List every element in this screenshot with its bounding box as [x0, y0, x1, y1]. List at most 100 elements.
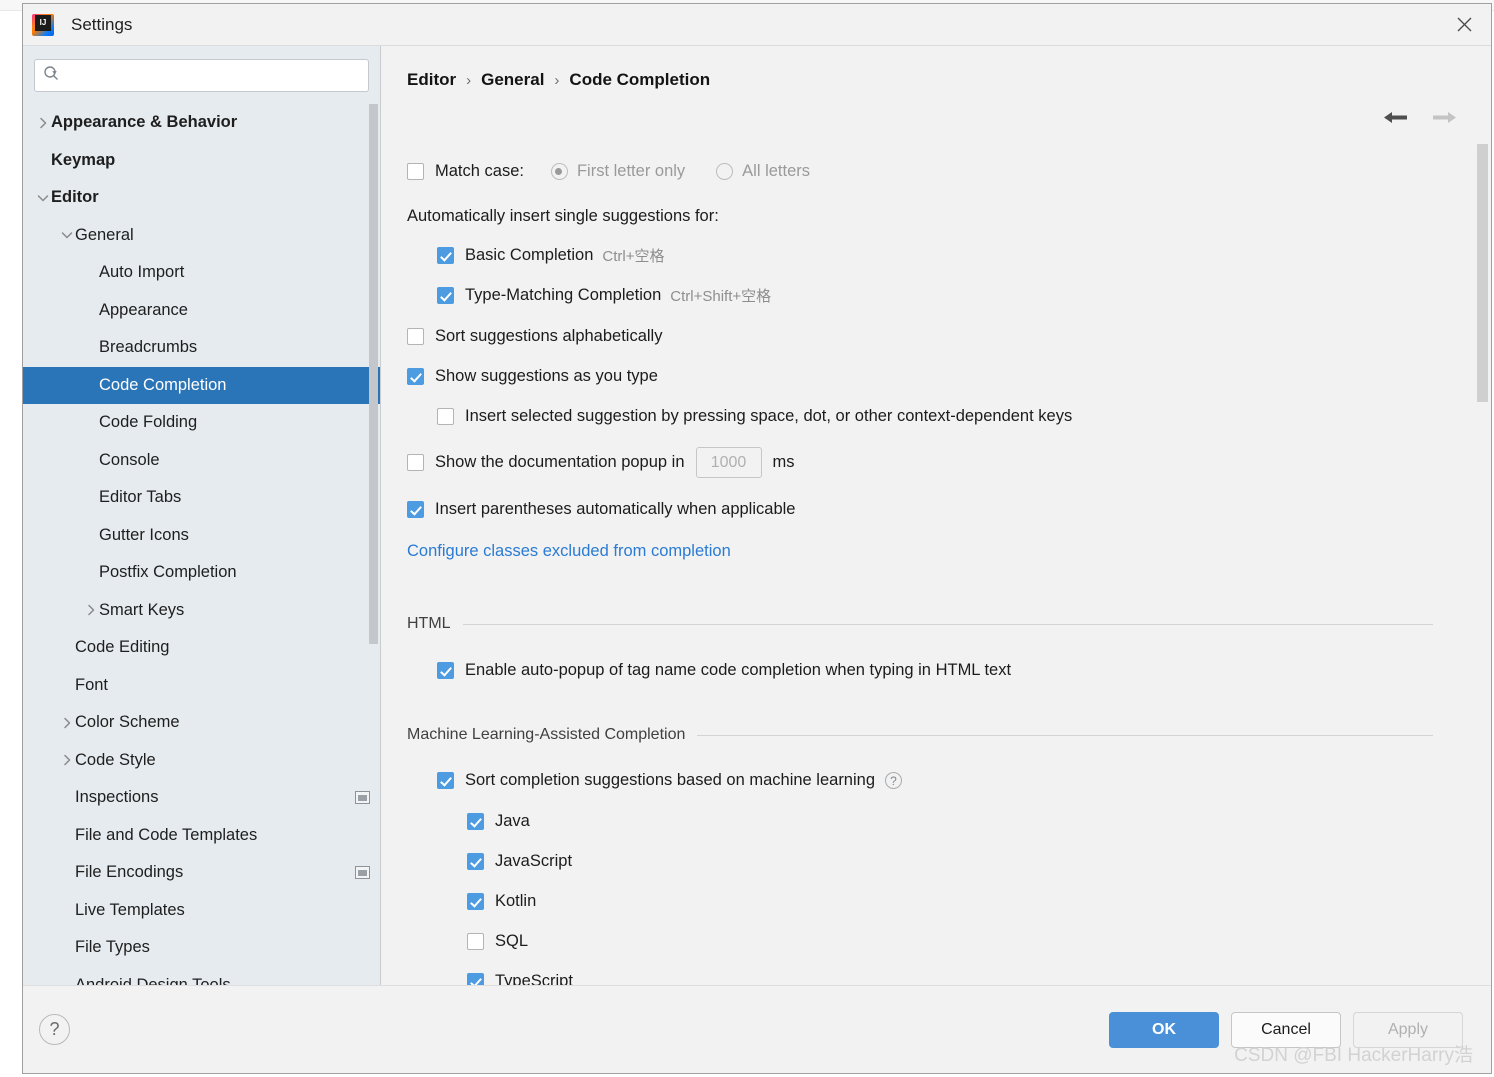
documentation-popup-checkbox[interactable] — [407, 454, 424, 471]
tree-arrow-placeholder — [59, 940, 75, 956]
basic-completion-checkbox[interactable] — [437, 247, 454, 264]
help-icon[interactable]: ? — [885, 772, 903, 789]
show-as-you-type-checkbox[interactable] — [407, 368, 424, 385]
sidebar-item-label: Code Editing — [75, 638, 170, 657]
sidebar-item-editor[interactable]: Editor — [23, 179, 380, 217]
sidebar-item-label: Live Templates — [75, 900, 185, 919]
tree-arrow-placeholder — [83, 565, 99, 581]
chevron-right-icon[interactable] — [59, 752, 75, 768]
ml-language-checkbox-javascript[interactable] — [467, 853, 484, 870]
match-case-checkbox[interactable] — [407, 163, 424, 180]
screenshot-root: Settings — [0, 0, 1494, 1077]
cancel-button[interactable]: Cancel — [1231, 1011, 1341, 1048]
sort-alphabetically-checkbox[interactable] — [407, 328, 424, 345]
sidebar-item-breadcrumbs[interactable]: Breadcrumbs — [23, 329, 380, 367]
sidebar-item-label: Appearance & Behavior — [51, 113, 238, 132]
show-as-you-type-row[interactable]: Show suggestions as you type — [407, 367, 1473, 386]
chevron-down-icon[interactable] — [59, 227, 75, 243]
sidebar-item-label: Code Completion — [99, 375, 227, 394]
chevron-down-icon[interactable] — [35, 190, 51, 206]
insert-parentheses-row[interactable]: Insert parentheses automatically when ap… — [407, 500, 1473, 519]
basic-completion-row[interactable]: Basic Completion Ctrl+空格 — [437, 245, 1473, 266]
ml-section-title: Machine Learning-Assisted Completion — [407, 726, 686, 743]
chevron-right-icon[interactable] — [83, 602, 99, 618]
configure-excluded-classes-link[interactable]: Configure classes excluded from completi… — [407, 542, 731, 561]
type-matching-completion-row[interactable]: Type-Matching Completion Ctrl+Shift+空格 — [437, 285, 1473, 306]
ml-sort-checkbox[interactable] — [437, 772, 454, 789]
documentation-popup-delay-input[interactable]: 1000 — [695, 447, 762, 478]
ml-language-row-java[interactable]: Java — [467, 812, 1473, 831]
project-scope-icon — [355, 791, 370, 805]
insert-selected-suggestion-checkbox[interactable] — [437, 408, 454, 425]
radio-first-letter-only[interactable]: First letter only — [550, 162, 686, 181]
sidebar-item-keymap[interactable]: Keymap — [23, 142, 380, 180]
search-box[interactable] — [34, 59, 369, 92]
sidebar-item-code-completion[interactable]: Code Completion — [23, 366, 380, 404]
sidebar-item-gutter-icons[interactable]: Gutter Icons — [23, 517, 380, 555]
sidebar-item-auto-import[interactable]: Auto Import — [23, 254, 380, 292]
close-icon[interactable] — [1443, 8, 1485, 40]
arrow-right-icon — [1431, 109, 1458, 126]
sidebar-scrollbar[interactable] — [369, 104, 378, 716]
chevron-right-icon[interactable] — [59, 715, 75, 731]
sidebar-item-file-and-code-templates[interactable]: File and Code Templates — [23, 817, 380, 855]
radio-all-letters-button[interactable] — [716, 163, 734, 180]
radio-first-letter-only-button[interactable] — [550, 163, 568, 180]
help-icon[interactable]: ? — [39, 1014, 70, 1045]
sidebar-item-appearance[interactable]: Appearance — [23, 292, 380, 330]
ml-sort-row[interactable]: Sort completion suggestions based on mac… — [437, 771, 1473, 790]
documentation-popup-row[interactable]: Show the documentation popup in 1000 ms — [407, 447, 1473, 478]
html-section-title: HTML — [407, 615, 451, 632]
sidebar-item-code-style[interactable]: Code Style — [23, 742, 380, 780]
ml-language-row-kotlin[interactable]: Kotlin — [467, 892, 1473, 911]
chevron-right-icon[interactable] — [35, 115, 51, 131]
ml-language-row-typescript[interactable]: TypeScript — [467, 972, 1473, 985]
ml-language-label: Kotlin — [495, 892, 537, 910]
radio-first-letter-only-label: First letter only — [576, 162, 686, 180]
sidebar-item-font[interactable]: Font — [23, 667, 380, 705]
sidebar-scrollbar-thumb[interactable] — [369, 104, 378, 644]
sidebar-item-console[interactable]: Console — [23, 442, 380, 480]
radio-all-letters[interactable]: All letters — [716, 162, 810, 181]
tree-arrow-placeholder — [83, 265, 99, 281]
breadcrumb-item-general[interactable]: General — [481, 70, 544, 90]
ml-language-checkbox-java[interactable] — [467, 813, 484, 830]
ml-language-label: Java — [495, 812, 530, 830]
html-auto-popup-checkbox[interactable] — [437, 662, 454, 679]
tree-arrow-placeholder — [83, 490, 99, 506]
html-auto-popup-row[interactable]: Enable auto-popup of tag name code compl… — [437, 661, 1473, 680]
content-scrollbar[interactable] — [1477, 144, 1488, 985]
ml-language-checkbox-sql[interactable] — [467, 933, 484, 950]
sidebar-item-general[interactable]: General — [23, 217, 380, 255]
sidebar-item-smart-keys[interactable]: Smart Keys — [23, 592, 380, 630]
sidebar-item-appearance-behavior[interactable]: Appearance & Behavior — [23, 104, 380, 142]
sidebar-item-file-encodings[interactable]: File Encodings — [23, 854, 380, 892]
ml-language-row-sql[interactable]: SQL — [467, 932, 1473, 951]
ml-language-checkbox-kotlin[interactable] — [467, 893, 484, 910]
sidebar-item-inspections[interactable]: Inspections — [23, 779, 380, 817]
sidebar-item-code-folding[interactable]: Code Folding — [23, 404, 380, 442]
sidebar-item-label: Code Folding — [99, 413, 198, 432]
ml-language-checkbox-typescript[interactable] — [467, 973, 484, 985]
settings-main-pane: Editor › General › Code Completion Match… — [381, 46, 1491, 985]
sidebar-item-android-design-tools[interactable]: Android Design Tools — [23, 967, 380, 985]
sidebar-item-postfix-completion[interactable]: Postfix Completion — [23, 554, 380, 592]
content-scrollbar-thumb[interactable] — [1477, 144, 1488, 402]
apply-button: Apply — [1353, 1011, 1463, 1048]
ok-button[interactable]: OK — [1109, 1011, 1219, 1048]
insert-selected-suggestion-row[interactable]: Insert selected suggestion by pressing s… — [437, 407, 1473, 426]
sidebar-item-file-types[interactable]: File Types — [23, 929, 380, 967]
sort-alphabetically-row[interactable]: Sort suggestions alphabetically — [407, 327, 1473, 346]
insert-parentheses-checkbox[interactable] — [407, 501, 424, 518]
sidebar-item-color-scheme[interactable]: Color Scheme — [23, 704, 380, 742]
ml-section-divider — [697, 734, 1433, 736]
sidebar-item-code-editing[interactable]: Code Editing — [23, 629, 380, 667]
sidebar-item-editor-tabs[interactable]: Editor Tabs — [23, 479, 380, 517]
tree-arrow-placeholder — [83, 377, 99, 393]
ml-language-row-javascript[interactable]: JavaScript — [467, 852, 1473, 871]
search-input[interactable] — [66, 66, 360, 85]
breadcrumb-item-editor[interactable]: Editor — [407, 70, 456, 90]
sidebar-item-live-templates[interactable]: Live Templates — [23, 892, 380, 930]
arrow-left-icon[interactable] — [1382, 109, 1409, 126]
type-matching-completion-checkbox[interactable] — [437, 287, 454, 304]
